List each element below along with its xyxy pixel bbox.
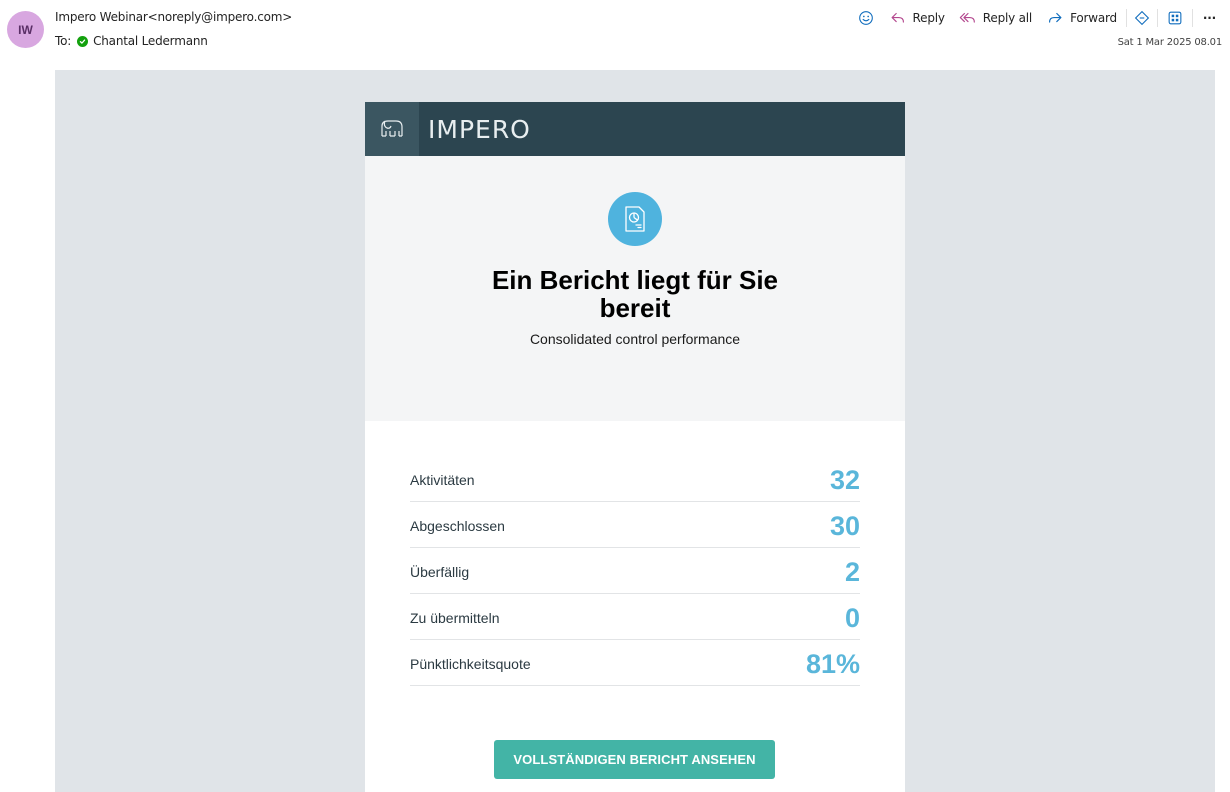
avatar-initials: IW bbox=[18, 22, 33, 37]
apps-button[interactable] bbox=[1160, 7, 1190, 29]
diamond-tag-icon bbox=[1134, 10, 1150, 26]
sender-line[interactable]: Impero Webinar<noreply@impero.com> bbox=[55, 10, 292, 24]
toolbar-divider bbox=[1191, 9, 1193, 27]
stat-label: Pünktlichkeitsquote bbox=[410, 656, 531, 672]
stat-label: Überfällig bbox=[410, 564, 470, 580]
forward-button[interactable]: Forward bbox=[1039, 7, 1124, 29]
forward-label: Forward bbox=[1070, 11, 1117, 25]
forward-arrow-icon bbox=[1049, 12, 1062, 23]
brand-name: IMPERO bbox=[428, 114, 531, 144]
smiley-icon bbox=[858, 11, 873, 25]
report-chart-icon bbox=[608, 192, 662, 246]
report-title: Ein Bericht liegt für Sie bereit bbox=[491, 265, 779, 323]
message-toolbar: Reply Reply all Forward ··· bbox=[850, 7, 1218, 29]
received-date: Sat 1 Mar 2025 08.01 bbox=[1117, 37, 1223, 48]
stat-row-overdue: Überfällig 2 bbox=[410, 548, 860, 594]
stat-value: 32 bbox=[829, 464, 860, 495]
reply-all-arrow-icon bbox=[959, 12, 975, 23]
stat-label: Aktivitäten bbox=[410, 472, 475, 488]
brand-header: IMPERO bbox=[365, 102, 905, 156]
reply-all-label: Reply all bbox=[982, 11, 1033, 25]
to-label: To: bbox=[55, 34, 72, 48]
elephant-logo-icon bbox=[365, 102, 419, 156]
stat-row-to-submit: Zu übermitteln 0 bbox=[410, 594, 860, 640]
reply-button[interactable]: Reply bbox=[882, 7, 952, 29]
recipient-line: To: Chantal Ledermann bbox=[55, 34, 208, 48]
report-subtitle: Consolidated control performance bbox=[529, 331, 741, 347]
reply-arrow-icon bbox=[891, 12, 904, 23]
stat-row-activities: Aktivitäten 32 bbox=[410, 456, 860, 502]
stat-label: Zu übermitteln bbox=[410, 610, 500, 626]
more-label: ··· bbox=[1202, 11, 1216, 25]
sender-avatar[interactable]: IW bbox=[7, 11, 44, 48]
toolbar-divider bbox=[1156, 9, 1158, 27]
emoji-reaction-button[interactable] bbox=[850, 7, 882, 29]
toolbar-divider bbox=[1125, 9, 1127, 27]
recipient-name[interactable]: Chantal Ledermann bbox=[93, 34, 208, 48]
stats-table: Aktivitäten 32 Abgeschlossen 30 Überfäll… bbox=[410, 456, 860, 686]
reply-all-button[interactable]: Reply all bbox=[952, 7, 1039, 29]
stat-row-completed: Abgeschlossen 30 bbox=[410, 502, 860, 548]
stat-row-punctuality: Pünktlichkeitsquote 81% bbox=[410, 640, 860, 686]
stat-value: 0 bbox=[844, 602, 860, 633]
apps-grid-icon bbox=[1168, 11, 1182, 25]
stat-value: 81% bbox=[805, 648, 860, 679]
stat-value: 30 bbox=[829, 510, 860, 541]
view-full-report-button[interactable]: VOLLSTÄNDIGEN BERICHT ANSEHEN bbox=[494, 740, 775, 779]
email-card: IMPERO Ein Bericht liegt für Sie bereit … bbox=[365, 102, 905, 792]
immersive-reader-button[interactable] bbox=[1129, 7, 1155, 29]
stat-label: Abgeschlossen bbox=[410, 518, 505, 534]
more-actions-button[interactable]: ··· bbox=[1195, 7, 1218, 29]
stat-value: 2 bbox=[844, 556, 860, 587]
available-check-icon bbox=[77, 35, 89, 47]
hero-section: Ein Bericht liegt für Sie bereit Consoli… bbox=[365, 156, 905, 421]
reply-label: Reply bbox=[912, 11, 945, 25]
